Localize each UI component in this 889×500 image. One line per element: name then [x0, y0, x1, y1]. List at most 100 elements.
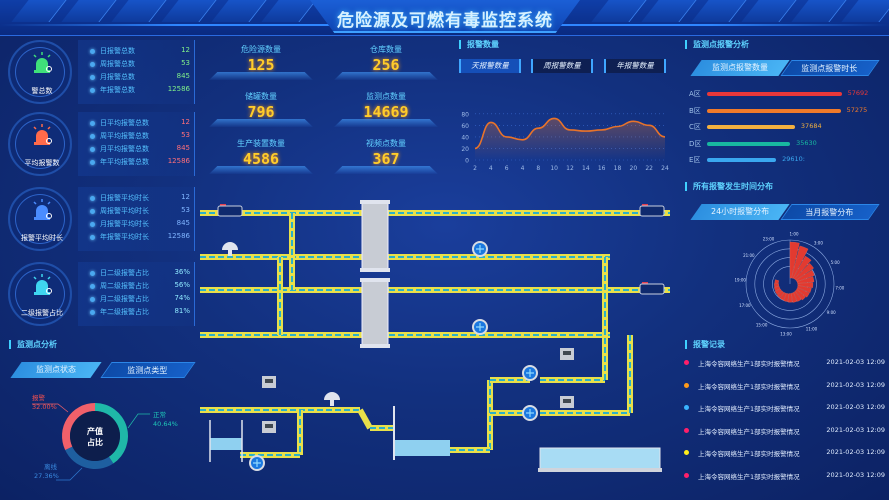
- tab-monitor-type[interactable]: 监测点类型: [100, 362, 196, 378]
- polar-angle-label: 1:00: [790, 232, 799, 237]
- water-tank-trough: [538, 447, 662, 472]
- stat-row: 年报警总数 12586: [90, 85, 194, 97]
- tab-24h-distribution[interactable]: 24小时报警分布: [690, 204, 790, 220]
- kpi-pedestal: [334, 166, 438, 174]
- tab-monitor-alarm-duration[interactable]: 监测点报警时长: [780, 60, 880, 76]
- stat-row: 月二级报警占比 74%: [90, 294, 194, 306]
- alarm-record-text: 上海令容网络生产1部实时报警情况: [698, 450, 800, 458]
- time-distribution-polar-chart: 1:00 3:00 5:00 7:00 9:00 11:00 13:00 15:00 17:00…: [735, 232, 845, 336]
- kpi-label: 仓库数量: [370, 45, 402, 54]
- x-tick-label: 24: [661, 165, 669, 172]
- pipeline-diagram: [200, 200, 670, 472]
- bar-row: D区 35630: [685, 138, 885, 150]
- status-dot-icon: [684, 382, 689, 388]
- alarm-record-time: 2021-02-03 12:09: [826, 380, 885, 389]
- status-dot-icon: [684, 360, 689, 365]
- area-fill: [475, 118, 665, 160]
- alarm-record-item[interactable]: 上海令容网络生产1部实时报警情况 2021-02-03 12:09: [680, 471, 885, 483]
- stat-row: 月平均报警总数 845: [90, 144, 194, 156]
- stat-row-value: 53: [181, 206, 190, 214]
- stat-row: 日平均报警总数 12: [90, 118, 194, 130]
- alarm-light-icon: [33, 52, 52, 73]
- stat-card-emblem: 警总数: [8, 40, 72, 104]
- x-tick-label: 2: [473, 165, 477, 172]
- bar: [707, 92, 842, 96]
- tab-day-alarm[interactable]: 天报警数量: [459, 59, 521, 73]
- pump-icon: [472, 319, 488, 335]
- tab-month-distribution[interactable]: 当月报警分布: [780, 204, 880, 220]
- bullet-icon: [90, 196, 95, 201]
- x-tick-label: 14: [582, 165, 590, 172]
- stat-card: 报警平均时长 日报警平均时长 12 周报警平均时长 53 月报警平均时长 845 年报警平均时…: [8, 187, 195, 255]
- kpi-pedestal: [209, 72, 313, 80]
- y-tick-label: 0: [465, 158, 469, 165]
- kpi-pedestal: [334, 72, 438, 80]
- bullet-icon: [90, 271, 95, 276]
- tab-year-alarm[interactable]: 年报警数量: [604, 59, 666, 73]
- polar-angle-label: 19:00: [735, 278, 746, 283]
- polar-angle-label: 9:00: [827, 310, 836, 315]
- stat-row-value: 12: [181, 46, 190, 54]
- stat-row-label: 年报警平均时长: [100, 233, 149, 241]
- stat-row: 日报警总数 12: [90, 46, 194, 58]
- y-tick-label: 60: [461, 123, 469, 130]
- time-distribution-title: 所有报警发生时间分布: [685, 182, 773, 191]
- header-stripe: [841, 0, 889, 22]
- status-dot-icon: [684, 405, 689, 410]
- alarm-record-text: 上海令容网络生产1部实时报警情况: [698, 360, 800, 368]
- alarm-record-item[interactable]: 上海令容网络生产1部实时报警情况 2021-02-03 12:09: [680, 358, 885, 370]
- alarm-record-item[interactable]: 上海令容网络生产1部实时报警情况 2021-02-03 12:09: [680, 426, 885, 438]
- alarm-record-text: 上海令容网络生产1部实时报警情况: [698, 427, 800, 436]
- stat-row-value: 12: [181, 118, 190, 126]
- stat-card-emblem: 二级报警占比: [8, 262, 72, 326]
- flow-meter-mid-right: [639, 282, 665, 295]
- monitor-donut-chart: 产值 占比 报警 32.00% 正常 40.64% 离线 27.36%: [32, 393, 178, 481]
- digital-meter: [262, 376, 276, 388]
- bullet-icon: [90, 147, 95, 152]
- tab-monitor-status[interactable]: 监测点状态: [10, 362, 102, 378]
- donut-value-alarm: 32.00%: [32, 403, 57, 411]
- water-tank-large: [393, 406, 450, 460]
- stat-row: 周报警总数 53: [90, 59, 194, 71]
- tab-week-alarm[interactable]: 周报警数量: [531, 59, 593, 73]
- stat-row: 日报警平均时长 12: [90, 193, 194, 205]
- alarm-record-item[interactable]: 上海令容网络生产1部实时报警情况 2021-02-03 12:09: [680, 448, 885, 460]
- stat-row: 周平均报警总数 53: [90, 131, 194, 143]
- water-tank-small: [209, 420, 243, 462]
- stat-row-label: 月平均报警总数: [100, 145, 149, 153]
- polar-angle-label: 5:00: [831, 260, 840, 265]
- stat-row-label: 月报警平均时长: [100, 220, 149, 228]
- kpi-card: 监测点数量 14669: [330, 91, 442, 131]
- kpi-pedestal: [334, 119, 438, 127]
- stat-card: 警总数 日报警总数 12 周报警总数 53 月报警总数 845 年报警总数 12586: [8, 40, 195, 108]
- bar-row: B区 57275: [685, 105, 885, 117]
- stat-row: 年平均报警总数 12586: [90, 157, 194, 169]
- alarm-record-item[interactable]: 上海令容网络生产1部实时报警情况 2021-02-03 12:09: [680, 403, 885, 415]
- alarm-light-icon: [33, 199, 52, 220]
- stat-card-panel: 日报警平均时长 12 周报警平均时长 53 月报警平均时长 845 年报警平均时长 12586: [78, 187, 195, 251]
- bullet-icon: [90, 160, 95, 165]
- bullet-icon: [90, 49, 95, 54]
- alarm-record-item[interactable]: 上海令容网络生产1部实时报警情况 2021-02-03 12:09: [680, 381, 885, 393]
- stat-row: 月报警总数 845: [90, 72, 194, 84]
- kpi-label: 监测点数量: [366, 92, 406, 101]
- stat-card-panel: 日二级报警占比 36% 周二级报警占比 56% 月二级报警占比 74% 年二级报警占比 81%: [78, 262, 195, 326]
- kpi-value: 4586: [242, 150, 280, 168]
- polar-angle-label: 21:00: [743, 253, 755, 258]
- tab-monitor-alarm-count[interactable]: 监测点报警数量: [690, 60, 790, 76]
- bar-row: A区 57692: [685, 88, 885, 100]
- bar-category-label: B区: [689, 106, 701, 115]
- status-dot-icon: [684, 450, 689, 455]
- polar-angle-label: 13:00: [780, 331, 792, 336]
- bullet-icon: [90, 222, 95, 227]
- x-tick-label: 12: [566, 165, 574, 172]
- alarm-record-text: 上海令容网络生产1部实时报警情况: [698, 405, 800, 413]
- x-tick-label: 20: [630, 165, 638, 172]
- digital-meter: [560, 348, 574, 360]
- digital-meter: [262, 421, 276, 433]
- stat-row: 日二级报警占比 36%: [90, 268, 194, 280]
- donut-label-offline: 离线: [44, 462, 58, 471]
- pump-icon: [249, 455, 265, 471]
- stat-row-value: 12586: [167, 85, 190, 93]
- alarm-record-time: 2021-02-03 12:09: [826, 470, 885, 479]
